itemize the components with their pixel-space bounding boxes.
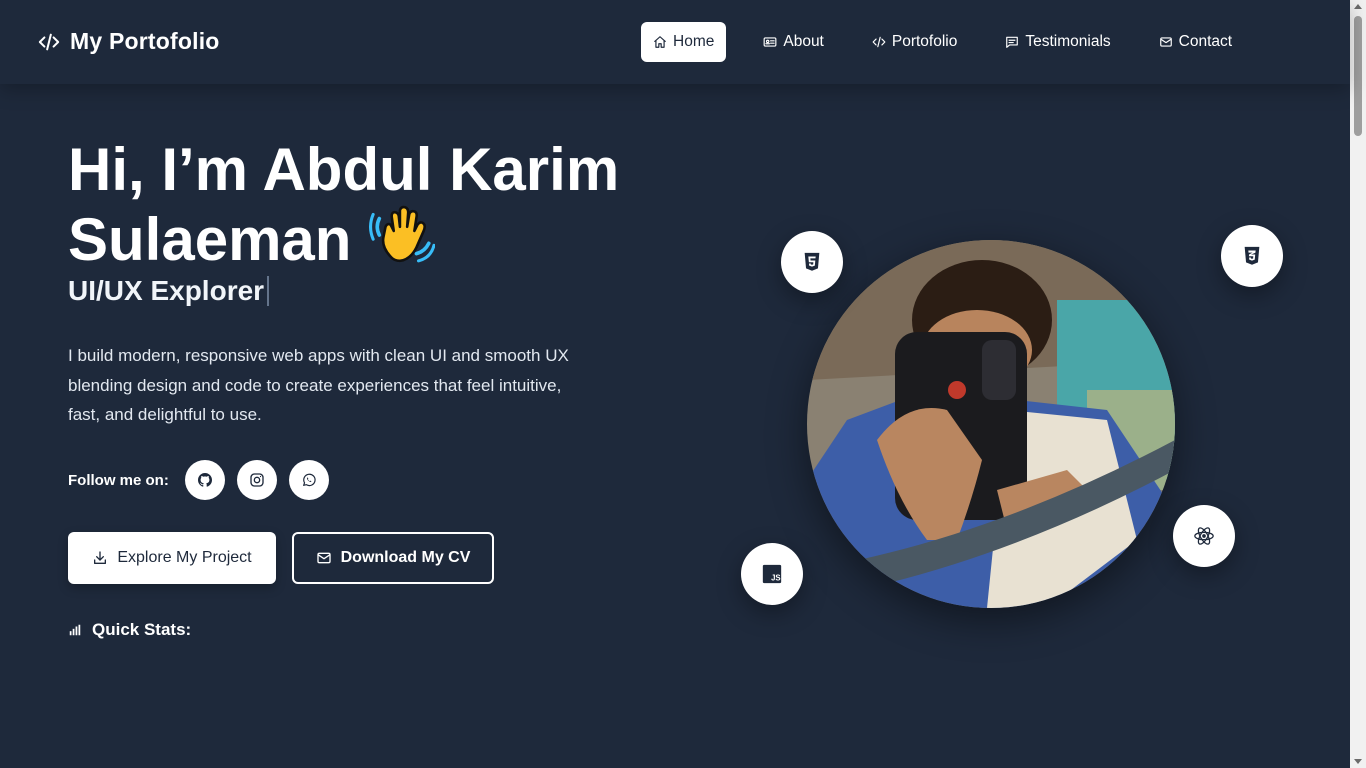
tech-badge-react (1173, 505, 1235, 567)
download-cv-label: Download My CV (340, 549, 471, 566)
explore-project-label: Explore My Project (117, 549, 252, 566)
nav-item-label: Testimonials (1025, 33, 1111, 50)
nav-item-home[interactable]: Home (641, 22, 727, 62)
scroll-down-arrow[interactable] (1354, 759, 1362, 764)
code-icon (872, 36, 886, 48)
nav-item-testimonials[interactable]: Testimonials (993, 22, 1122, 62)
brand[interactable]: My Portofolio (38, 28, 220, 55)
social-links: Follow me on: (68, 460, 341, 500)
profile-photo (807, 240, 1175, 608)
hero-title: Hi, I’m Abdul Karim Sulaeman (68, 140, 688, 270)
hero-subtitle: UI/UX Explorer (68, 275, 270, 307)
nav-item-label: Contact (1178, 33, 1233, 50)
scrollbar-thumb[interactable] (1354, 16, 1362, 136)
hero-title-line2: Sulaeman (68, 206, 352, 273)
nav-links: Home About Portofolio Testimonials Conta… (641, 22, 1268, 62)
navbar: My Portofolio Home About Portofolio Test… (0, 0, 1350, 84)
nav-item-contact[interactable]: Contact (1147, 22, 1244, 62)
css3-icon (1244, 246, 1260, 265)
scroll-up-arrow[interactable] (1354, 4, 1362, 9)
svg-text:JS: JS (771, 573, 781, 582)
typing-cursor (267, 276, 270, 306)
nav-item-portofolio[interactable]: Portofolio (860, 22, 969, 62)
nav-item-label: Portofolio (891, 33, 958, 50)
quick-stats-heading: Quick Stats: (68, 620, 191, 640)
subtitle-text: UI/UX Explorer (68, 275, 265, 306)
whatsapp-link[interactable] (288, 460, 329, 500)
tech-badge-css (1221, 225, 1283, 287)
hero-description: I build modern, responsive web apps with… (68, 346, 569, 424)
home-icon (654, 36, 666, 48)
follow-label: Follow me on: (68, 471, 169, 489)
download-cv-button[interactable]: Download My CV (292, 532, 494, 584)
nav-item-about[interactable]: About (751, 22, 836, 62)
nav-item-label: Home (673, 33, 715, 50)
react-icon (1194, 527, 1214, 545)
tech-badge-javascript: JS (741, 543, 803, 605)
bar-chart-icon (69, 624, 81, 636)
brand-title: My Portofolio (70, 28, 220, 54)
code-icon (38, 33, 60, 50)
mail-icon (316, 552, 331, 564)
message-icon (1006, 36, 1019, 48)
waving-hand-icon (369, 205, 436, 263)
github-icon (197, 473, 212, 487)
profile-photo-illustration (807, 240, 1175, 608)
download-icon (94, 551, 107, 564)
javascript-icon: JS (762, 564, 782, 584)
id-card-icon (763, 37, 777, 47)
instagram-icon (250, 473, 264, 487)
quick-stats-label: Quick Stats: (92, 620, 192, 639)
explore-project-button[interactable]: Explore My Project (68, 532, 276, 584)
tech-badge-html (781, 231, 843, 293)
hero-title-line1: Hi, I’m Abdul Karim (68, 136, 620, 203)
nav-item-label: About (783, 33, 824, 50)
html5-icon (804, 252, 820, 271)
whatsapp-icon (302, 473, 316, 487)
page-scrollbar[interactable] (1350, 0, 1366, 768)
github-link[interactable] (184, 460, 225, 500)
instagram-link[interactable] (236, 460, 277, 500)
mail-icon (1159, 37, 1172, 47)
